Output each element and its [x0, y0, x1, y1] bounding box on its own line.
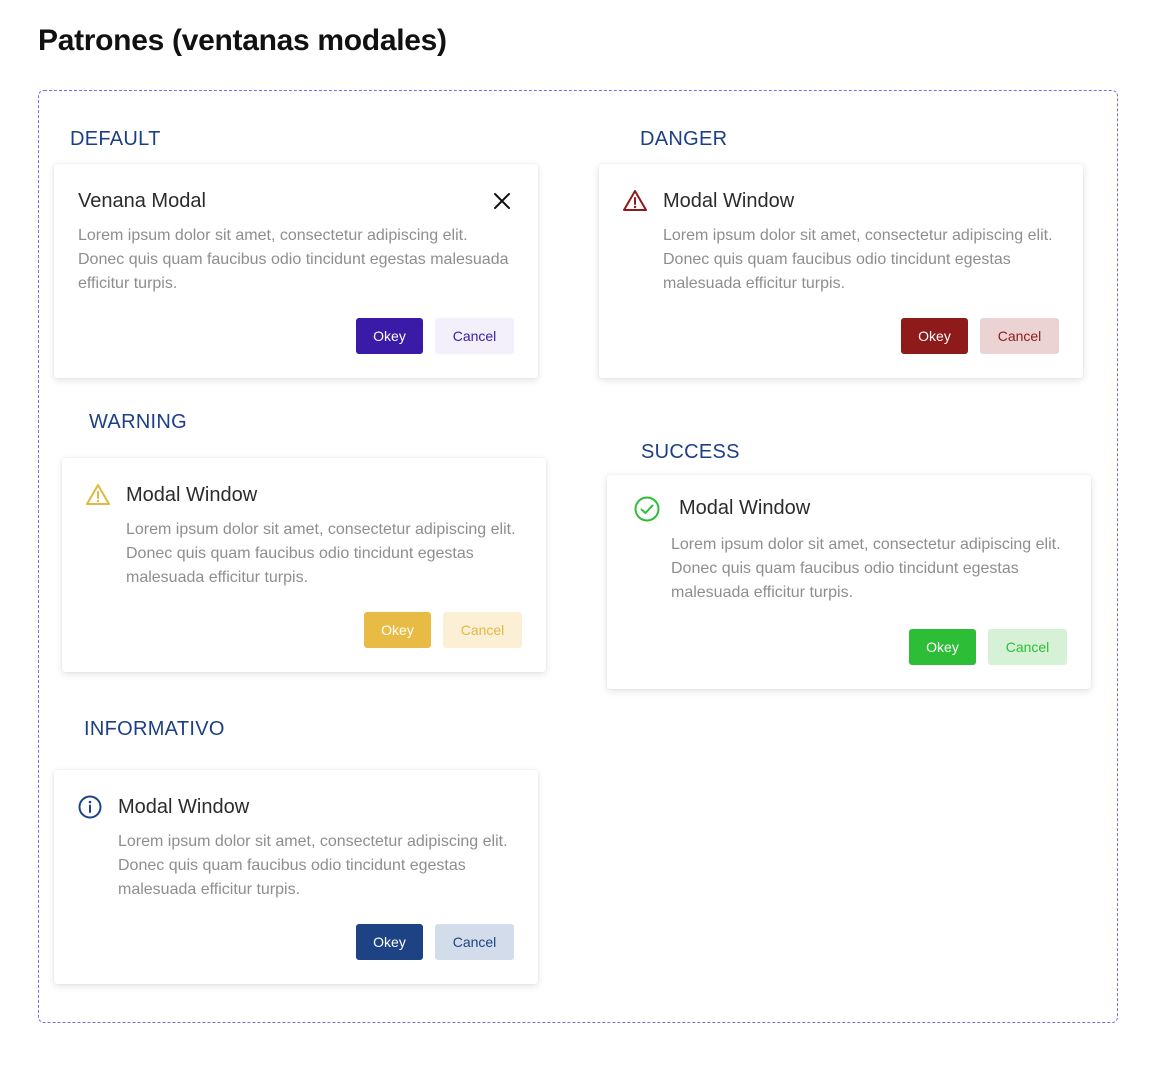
check-circle-icon: [634, 496, 660, 522]
okey-button[interactable]: Okey: [356, 318, 423, 354]
close-icon[interactable]: [492, 191, 512, 211]
warning-triangle-icon: [86, 484, 110, 505]
section-label-warning: WARNING: [89, 411, 188, 433]
modal-info: Modal Window Lorem ipsum dolor sit amet,…: [54, 770, 538, 984]
info-circle-icon: [78, 795, 102, 819]
modal-body: Lorem ipsum dolor sit amet, consectetur …: [126, 521, 516, 586]
modal-success: Modal Window Lorem ipsum dolor sit amet,…: [607, 475, 1091, 689]
modal-body: Lorem ipsum dolor sit amet, consectetur …: [78, 227, 509, 292]
modal-body: Lorem ipsum dolor sit amet, consectetur …: [663, 227, 1053, 292]
section-label-success: SUCCESS: [641, 441, 740, 463]
okey-button[interactable]: Okey: [364, 612, 431, 648]
okey-button[interactable]: Okey: [901, 318, 968, 354]
modal-danger: Modal Window Lorem ipsum dolor sit amet,…: [599, 164, 1083, 378]
modal-body: Lorem ipsum dolor sit amet, consectetur …: [118, 833, 508, 898]
modal-default: Venana Modal Lorem ipsum dolor sit amet,…: [54, 164, 538, 378]
warning-triangle-icon: [623, 190, 647, 211]
modal-body: Lorem ipsum dolor sit amet, consectetur …: [671, 536, 1061, 601]
section-label-default: DEFAULT: [70, 128, 161, 150]
modal-title: Modal Window: [118, 796, 250, 818]
section-label-danger: DANGER: [640, 128, 728, 150]
cancel-button[interactable]: Cancel: [435, 318, 514, 354]
okey-button[interactable]: Okey: [356, 924, 423, 960]
okey-button[interactable]: Okey: [909, 629, 976, 665]
cancel-button[interactable]: Cancel: [988, 629, 1067, 665]
section-label-info: INFORMATIVO: [84, 718, 225, 740]
cancel-button[interactable]: Cancel: [443, 612, 522, 648]
modal-title: Modal Window: [663, 190, 795, 212]
cancel-button[interactable]: Cancel: [980, 318, 1059, 354]
modal-title: Venana Modal: [78, 190, 206, 212]
page-title: Patrones (ventanas modales): [38, 24, 447, 57]
modal-title: Modal Window: [126, 484, 258, 506]
cancel-button[interactable]: Cancel: [435, 924, 514, 960]
modal-title: Modal Window: [679, 497, 811, 519]
modal-warning: Modal Window Lorem ipsum dolor sit amet,…: [62, 458, 546, 672]
